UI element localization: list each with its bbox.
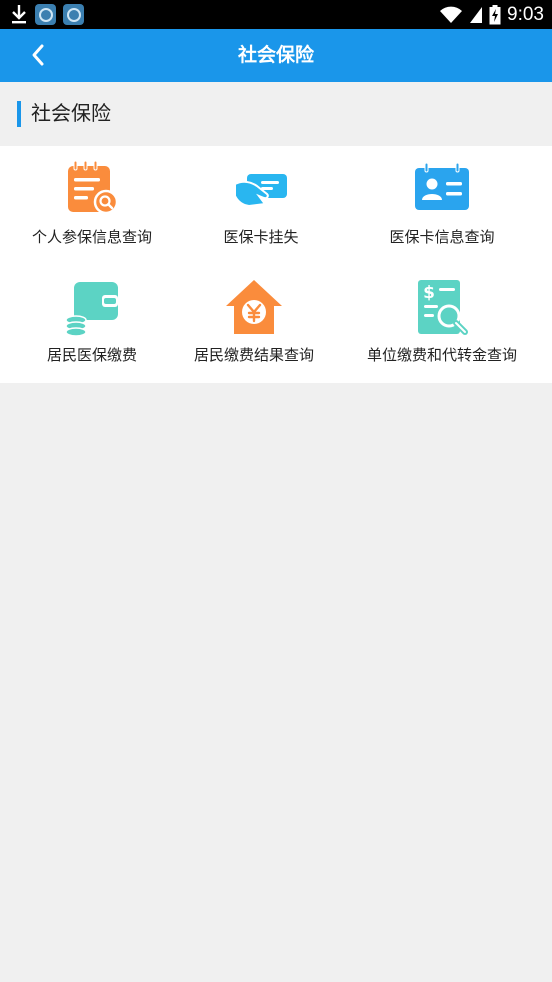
- service-employer-payment-query[interactable]: $ 单位缴费和代转金查询: [350, 264, 534, 382]
- chevron-left-icon: [32, 44, 44, 66]
- service-card-loss-report[interactable]: 医保卡挂失: [169, 146, 353, 264]
- service-resident-payment-result-query[interactable]: 居民缴费结果查询: [162, 264, 346, 382]
- status-bar-left: [10, 4, 84, 25]
- service-label: 医保卡信息查询: [389, 228, 495, 246]
- app-notification-icon: [63, 4, 84, 25]
- download-icon: [12, 5, 26, 24]
- card-in-hand-icon: [234, 174, 287, 208]
- battery-charging-icon: [489, 4, 501, 24]
- services-grid: 个人参保信息查询 医保卡挂失 医保卡信息查询 居民医保缴费 居民缴费结果查询 $…: [0, 146, 552, 383]
- service-label: 单位缴费和代转金查询: [366, 346, 517, 364]
- service-resident-medical-payment[interactable]: 居民医保缴费: [0, 264, 184, 382]
- page-title: 社会保险: [237, 44, 314, 66]
- house-yen-icon: [226, 280, 282, 334]
- service-personal-insurance-query[interactable]: 个人参保信息查询: [0, 146, 184, 264]
- dollar-document-search-icon: $: [418, 280, 468, 335]
- status-bar-right: 9:03: [439, 2, 544, 27]
- service-label: 个人参保信息查询: [31, 228, 152, 246]
- back-button[interactable]: [18, 35, 58, 75]
- service-card-info-query[interactable]: 医保卡信息查询: [350, 146, 534, 264]
- app-header: 社会保险: [0, 29, 552, 82]
- svg-text:$: $: [423, 283, 435, 303]
- id-card-icon: [415, 162, 469, 210]
- status-time: 9:03: [507, 3, 544, 25]
- service-label: 居民医保缴费: [46, 346, 137, 364]
- signal-icon: [470, 6, 483, 23]
- service-label: 居民缴费结果查询: [193, 346, 314, 364]
- document-search-icon: [68, 160, 119, 215]
- service-label: 医保卡挂失: [223, 228, 299, 246]
- wifi-icon: [440, 6, 463, 23]
- section-title: 社会保险: [31, 101, 111, 125]
- section-header: 社会保险: [0, 82, 552, 146]
- status-bar: 9:03: [0, 0, 552, 29]
- wallet-coins-icon: [65, 282, 118, 337]
- app-notification-icon: [35, 4, 56, 25]
- section-accent-bar: [17, 101, 21, 127]
